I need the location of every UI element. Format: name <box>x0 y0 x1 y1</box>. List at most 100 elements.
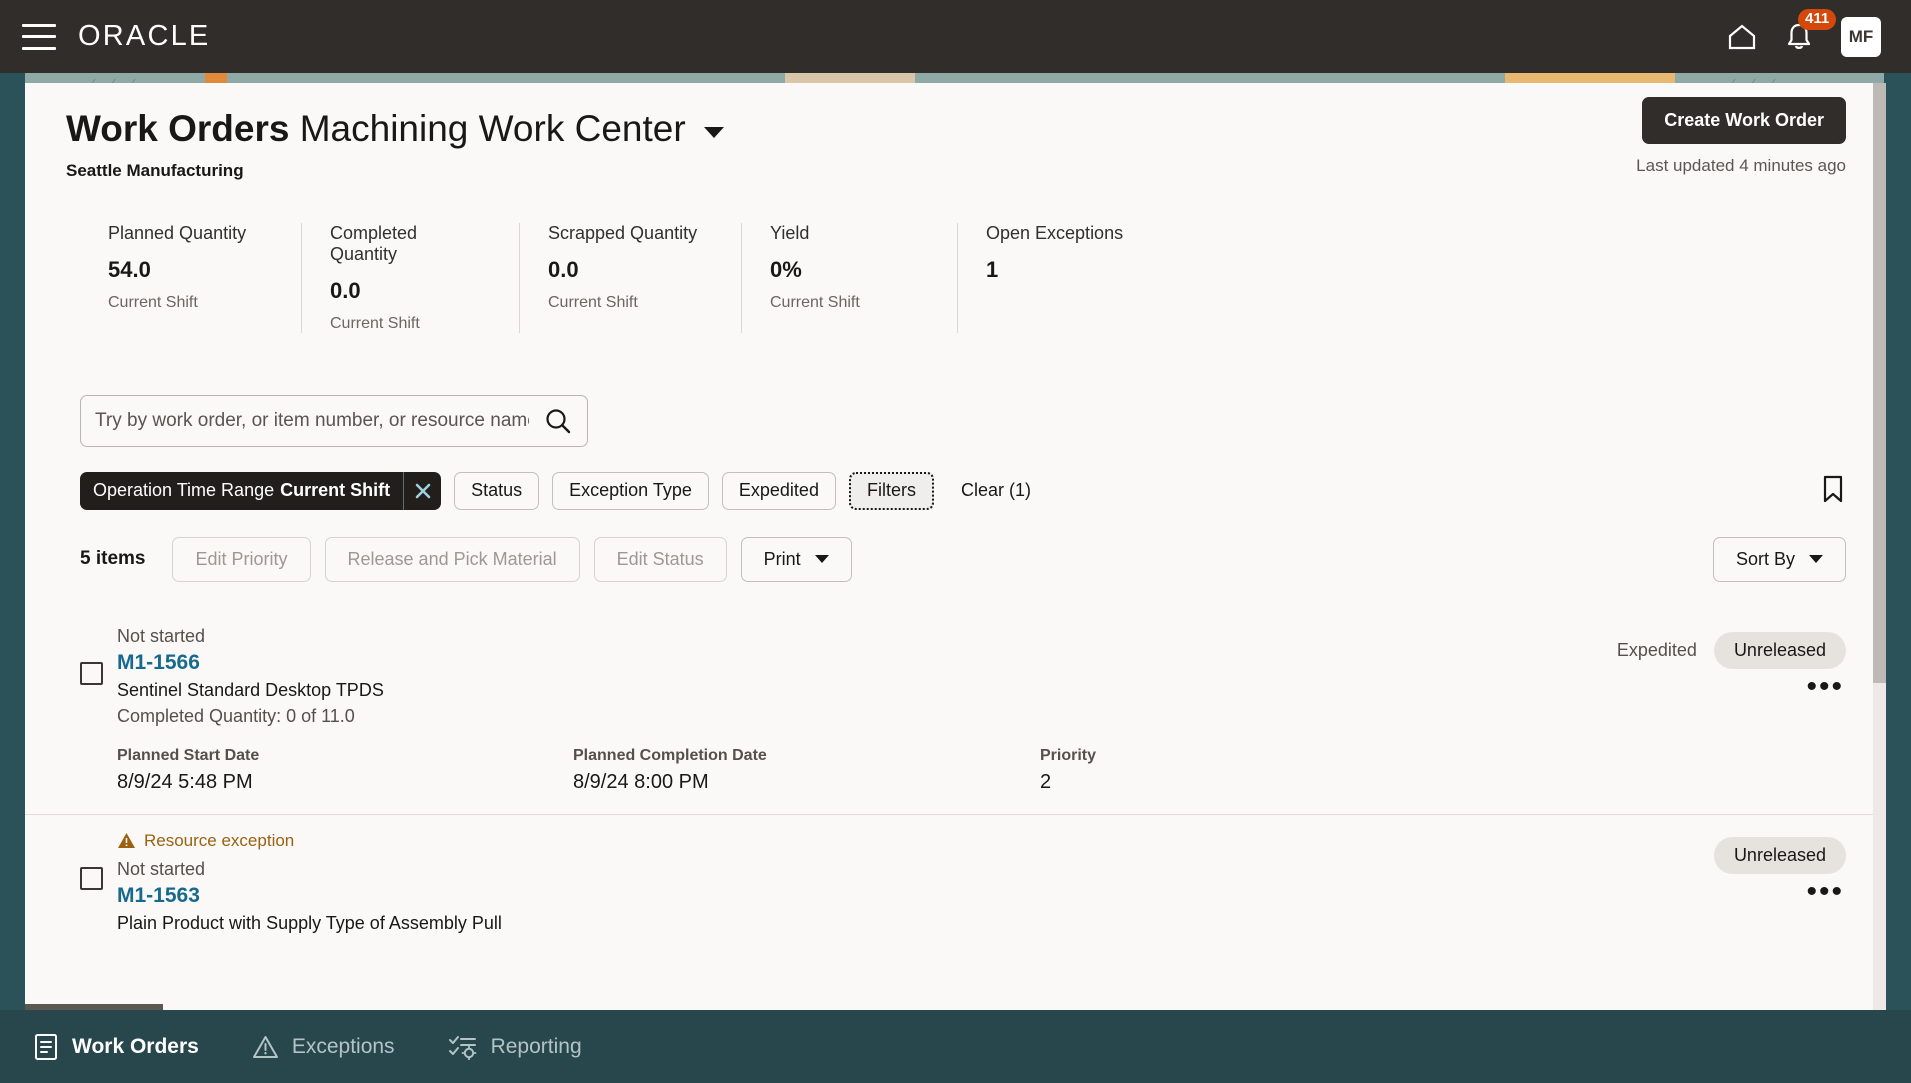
global-header: ORACLE 411 MF <box>0 0 1911 73</box>
filters-button[interactable]: Filters <box>848 471 934 510</box>
header-actions: 411 MF <box>1727 8 1889 57</box>
notification-badge: 411 <box>1798 8 1837 30</box>
row-checkbox[interactable] <box>80 866 103 890</box>
document-icon <box>35 1033 57 1060</box>
home-icon[interactable] <box>1727 23 1757 51</box>
work-order-link[interactable]: M1-1563 <box>117 884 200 908</box>
kpi-label: Yield <box>770 222 810 243</box>
exception-label: Resource exception <box>144 830 295 850</box>
filter-chip-status[interactable]: Status <box>454 471 540 510</box>
last-updated-text: Last updated 4 minutes ago <box>1636 156 1846 175</box>
scrollbar-thumb[interactable] <box>1873 83 1886 683</box>
work-order-status: Not started <box>117 858 206 879</box>
work-order-status: Not started <box>117 625 206 646</box>
kpi-label: Scrapped Quantity <box>548 222 698 243</box>
row-status-area: Unreleased <box>1713 836 1846 874</box>
kpi-sublabel: Current Shift <box>330 314 420 332</box>
edit-priority-button[interactable]: Edit Priority <box>172 536 311 582</box>
bottom-navigation: Work Orders Exceptions Reporting <box>0 1010 1911 1083</box>
table-row[interactable]: Resource exception Not started M1-1563 P… <box>25 813 1884 954</box>
nav-label: Exceptions <box>291 1034 395 1058</box>
edit-status-button[interactable]: Edit Status <box>593 536 727 582</box>
sort-by-button[interactable]: Sort By <box>1712 536 1846 582</box>
meta-planned-completion: Planned Completion Date 8/9/24 8:00 PM <box>573 747 1040 794</box>
clear-filters-button[interactable]: Clear (1) <box>961 480 1031 501</box>
search-icon[interactable] <box>544 407 572 440</box>
filter-chip-value: Current Shift <box>280 480 391 501</box>
background-strip <box>0 73 25 1083</box>
meta-value: 8/9/24 5:48 PM <box>117 770 253 793</box>
item-description: Sentinel Standard Desktop TPDS <box>117 679 384 700</box>
create-work-order-button[interactable]: Create Work Order <box>1642 97 1846 144</box>
kpi-value: 0% <box>770 256 802 282</box>
meta-label: Planned Completion Date <box>573 746 767 764</box>
chevron-down-icon <box>1809 555 1823 564</box>
vertical-scrollbar[interactable] <box>1873 83 1886 1023</box>
kpi-planned-quantity: Planned Quantity 54.0 Current Shift <box>80 222 302 333</box>
kpi-yield: Yield 0% Current Shift <box>742 222 958 333</box>
filter-chip-operation-time-range[interactable]: Operation Time Range Current Shift <box>80 471 442 510</box>
kpi-sublabel: Current Shift <box>770 293 860 311</box>
nav-label: Reporting <box>490 1034 582 1058</box>
kpi-completed-quantity: Completed Quantity 0.0 Current Shift <box>302 222 520 333</box>
item-description: Plain Product with Supply Type of Assemb… <box>117 912 502 933</box>
search-input[interactable] <box>80 394 588 447</box>
kpi-label: Completed Quantity <box>330 222 418 264</box>
print-label: Print <box>763 548 801 569</box>
kpi-value: 0.0 <box>548 256 579 282</box>
filter-bar: Operation Time Range Current Shift Statu… <box>80 471 1884 510</box>
print-button[interactable]: Print <box>740 536 852 582</box>
app-root: ORACLE 411 MF Work Orders Machining Work… <box>0 0 1911 1083</box>
kpi-value: 54.0 <box>108 256 151 282</box>
kpi-summary: Planned Quantity 54.0 Current Shift Comp… <box>25 222 1884 333</box>
bookmark-icon[interactable] <box>1820 474 1846 509</box>
meta-label: Planned Start Date <box>117 746 260 764</box>
nav-label: Work Orders <box>72 1034 199 1058</box>
kpi-value: 1 <box>986 256 999 282</box>
kpi-sublabel: Current Shift <box>548 293 638 311</box>
filter-chip-exception-type[interactable]: Exception Type <box>552 471 709 510</box>
completed-quantity-text: Completed Quantity: 0 of 11.0 <box>117 705 355 726</box>
row-checkbox[interactable] <box>80 661 103 685</box>
close-icon[interactable] <box>403 471 441 510</box>
meta-planned-start: Planned Start Date 8/9/24 5:48 PM <box>117 747 573 794</box>
table-row[interactable]: Not started M1-1566 Sentinel Standard De… <box>25 610 1884 814</box>
notifications-button[interactable]: 411 <box>1785 8 1837 52</box>
page-title-context: Machining Work Center <box>299 108 686 149</box>
nav-item-reporting[interactable]: Reporting <box>448 1034 582 1060</box>
page-title-row: Work Orders Machining Work Center <box>25 108 1884 151</box>
status-badge: Unreleased <box>1713 836 1846 874</box>
avatar[interactable]: MF <box>1841 16 1881 57</box>
list-action-toolbar: 5 items Edit Priority Release and Pick M… <box>80 536 1884 582</box>
work-order-list: Not started M1-1566 Sentinel Standard De… <box>25 610 1884 954</box>
search-area <box>80 394 588 447</box>
sort-by-label: Sort By <box>1735 548 1795 569</box>
warning-triangle-icon <box>118 833 135 849</box>
page-title-bold: Work Orders <box>66 108 290 149</box>
work-order-link[interactable]: M1-1566 <box>117 651 200 675</box>
chevron-down-icon[interactable] <box>703 126 724 138</box>
meta-priority: Priority 2 <box>1040 747 1096 794</box>
chevron-down-icon <box>814 555 829 564</box>
kpi-value: 0.0 <box>330 277 361 303</box>
status-badge: Unreleased <box>1713 631 1846 669</box>
expedited-label: Expedited <box>1616 639 1697 660</box>
row-status-area: Expedited Unreleased <box>1616 631 1846 669</box>
meta-label: Priority <box>1040 746 1097 764</box>
nav-item-exceptions[interactable]: Exceptions <box>252 1034 395 1060</box>
row-more-actions-icon[interactable]: ••• <box>1806 671 1844 702</box>
row-more-actions-icon[interactable]: ••• <box>1806 876 1844 907</box>
meta-value: 8/9/24 8:00 PM <box>573 770 709 793</box>
nav-item-work-orders[interactable]: Work Orders <box>33 1033 199 1061</box>
kpi-open-exceptions: Open Exceptions 1 <box>958 223 1153 333</box>
kpi-label: Open Exceptions <box>986 222 1124 243</box>
checklist-gear-icon <box>448 1035 476 1060</box>
exception-indicator: Resource exception <box>117 831 1846 851</box>
work-order-meta: Planned Start Date 8/9/24 5:48 PM Planne… <box>117 747 1846 794</box>
meta-value: 2 <box>1040 770 1052 793</box>
filter-chip-expedited[interactable]: Expedited <box>721 471 836 510</box>
kpi-scrapped-quantity: Scrapped Quantity 0.0 Current Shift <box>520 222 742 333</box>
page-header: Work Orders Machining Work Center Seattl… <box>25 83 1884 181</box>
release-and-pick-material-button[interactable]: Release and Pick Material <box>324 536 580 582</box>
hamburger-icon[interactable] <box>22 23 56 50</box>
